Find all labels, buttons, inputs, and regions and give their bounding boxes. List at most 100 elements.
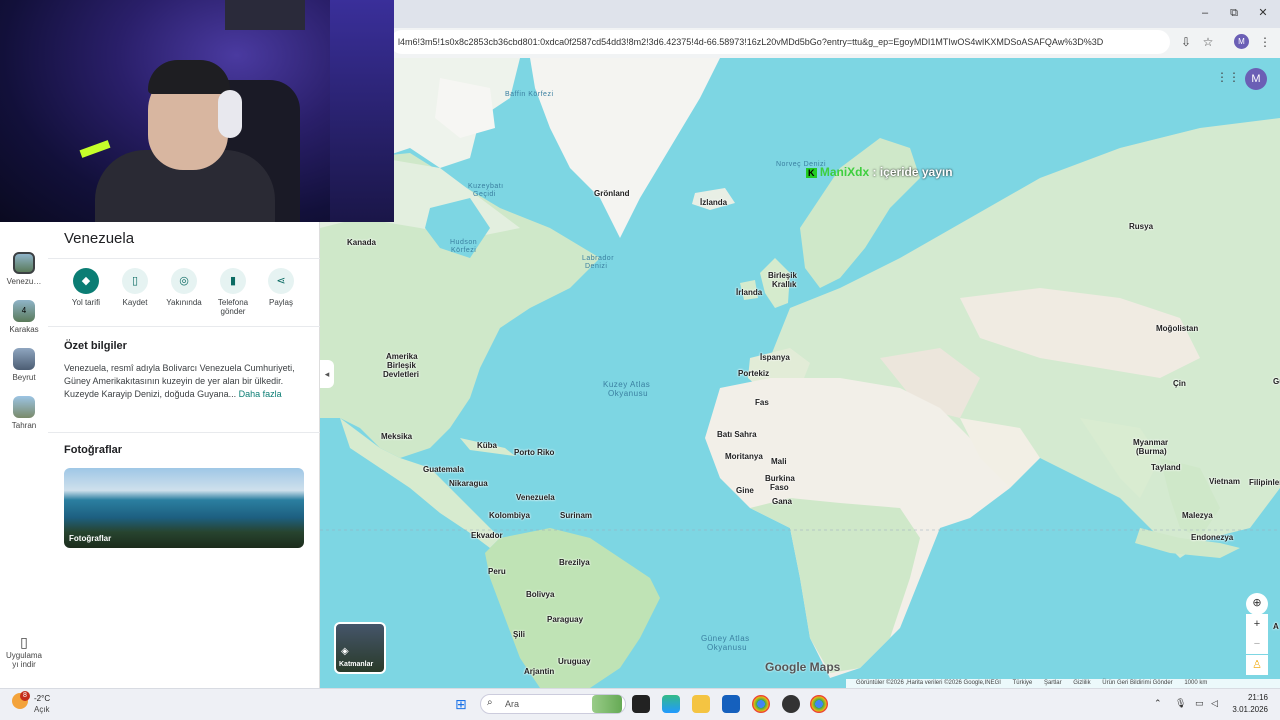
clock-time[interactable]: 21:16 <box>1236 693 1268 702</box>
rail-item-caracas[interactable]: 4 Karakas <box>0 300 48 334</box>
map-label-malaysia[interactable]: Malezya <box>1182 511 1213 520</box>
map-label-usa-1[interactable]: Amerika <box>386 352 418 361</box>
map-canvas[interactable]: Grönland İzlanda Rusya Kanada Birleşik K… <box>320 58 1280 688</box>
map-label-myanmar-2[interactable]: (Burma) <box>1136 447 1167 456</box>
map-label-spain[interactable]: İspanya <box>760 353 790 362</box>
map-label-korea-edge[interactable]: Güneyy <box>1273 377 1280 386</box>
map-label-portugal[interactable]: Portekiz <box>738 369 769 378</box>
zoom-out-button[interactable]: − <box>1246 634 1268 654</box>
close-button[interactable]: ✕ <box>1253 5 1273 21</box>
obs-icon[interactable] <box>782 695 800 713</box>
file-explorer-icon[interactable] <box>692 695 710 713</box>
address-bar[interactable]: l4m6!3m5!1s0x8c2853cb36cbd801:0xdca0f258… <box>390 30 1170 54</box>
windows-start-icon[interactable]: ⊞ <box>455 696 471 712</box>
task-view-icon[interactable] <box>632 695 650 713</box>
tray-chevron-icon[interactable]: ⌃ <box>1154 698 1162 709</box>
map-label-guatemala[interactable]: Guatemala <box>423 465 464 474</box>
chrome-profile-icon[interactable] <box>810 695 828 713</box>
photos-thumbnail[interactable]: Fotoğraflar <box>64 468 304 548</box>
map-label-greenland[interactable]: Grönland <box>594 189 630 198</box>
map-label-uk-2[interactable]: Krallık <box>772 280 796 289</box>
map-label-morocco[interactable]: Fas <box>755 398 769 407</box>
weather-temperature[interactable]: -2°C <box>34 694 50 703</box>
browser-profile-avatar[interactable]: M <box>1234 34 1249 49</box>
bookmark-star-icon[interactable]: ☆ <box>1199 33 1217 51</box>
install-app-icon[interactable]: ⇩ <box>1177 33 1195 51</box>
region-link[interactable]: Türkiye <box>1013 680 1033 686</box>
map-label-uruguay[interactable]: Uruguay <box>558 657 590 666</box>
store-icon[interactable] <box>722 695 740 713</box>
map-label-cuba[interactable]: Küba <box>477 441 497 450</box>
map-label-mongolia[interactable]: Moğolistan <box>1156 324 1198 333</box>
volume-icon[interactable]: ◁ <box>1211 698 1218 709</box>
map-label-china[interactable]: Çin <box>1173 379 1186 388</box>
account-avatar[interactable]: M <box>1245 68 1267 90</box>
map-label-puerto-rico[interactable]: Porto Riko <box>514 448 554 457</box>
map-label-suriname[interactable]: Surinam <box>560 511 592 520</box>
map-label-western-sahara[interactable]: Batı Sahra <box>717 430 757 439</box>
map-label-ghana[interactable]: Gana <box>772 497 792 506</box>
feedback-link[interactable]: Ürün Geri Bildirimi Gönder <box>1102 680 1172 686</box>
apps-grid-icon[interactable]: ⋮⋮ <box>1216 70 1240 86</box>
browser-menu-icon[interactable]: ⋮ <box>1256 33 1274 51</box>
map-label-ecuador[interactable]: Ekvador <box>471 531 503 540</box>
map-label-thailand[interactable]: Tayland <box>1151 463 1181 472</box>
place-title: Venezuela <box>64 230 135 247</box>
map-label-brazil[interactable]: Brezilya <box>559 558 590 567</box>
map-label-ireland[interactable]: İrlanda <box>736 288 762 297</box>
restore-button[interactable]: ⧉ <box>1224 5 1244 21</box>
map-label-chile[interactable]: Şili <box>513 630 525 639</box>
map-label-russia[interactable]: Rusya <box>1129 222 1153 231</box>
layers-button[interactable]: ◈ Katmanlar <box>334 622 386 674</box>
map-label-burkina-1[interactable]: Burkina <box>765 474 795 483</box>
map-label-peru[interactable]: Peru <box>488 567 506 576</box>
map-label-iceland[interactable]: İzlanda <box>700 198 727 207</box>
send-to-phone-button[interactable]: ▮ Telefona gönder <box>210 268 256 316</box>
more-link[interactable]: Daha fazla <box>239 389 282 399</box>
map-label-indonesia[interactable]: Endonezya <box>1191 533 1233 542</box>
install-label-2: yı indir <box>12 660 36 669</box>
map-label-australia-edge[interactable]: A <box>1273 622 1279 631</box>
map-label-usa-2[interactable]: Birleşik <box>387 361 416 370</box>
rail-item-venezuela[interactable]: Venezu… <box>0 252 48 286</box>
privacy-link[interactable]: Gizlilik <box>1073 680 1090 686</box>
terms-link[interactable]: Şartlar <box>1044 680 1062 686</box>
map-label-usa-3[interactable]: Devletleri <box>383 370 419 379</box>
map-label-venezuela[interactable]: Venezuela <box>516 493 555 502</box>
map-label-guinea[interactable]: Gine <box>736 486 754 495</box>
map-label-mali[interactable]: Mali <box>771 457 787 466</box>
map-label-mexico[interactable]: Meksika <box>381 432 412 441</box>
map-label-uk-1[interactable]: Birleşik <box>768 271 797 280</box>
scale-bar[interactable]: 1000 km <box>1184 680 1207 686</box>
clock-date[interactable]: 3.01.2026 <box>1228 705 1268 714</box>
street-view-pegman-icon[interactable]: ♙ <box>1246 655 1268 675</box>
network-icon[interactable]: ▭ <box>1195 698 1204 709</box>
copilot-icon[interactable] <box>662 695 680 713</box>
map-label-nicaragua[interactable]: Nikaragua <box>449 479 488 488</box>
install-app-button[interactable]: ▯ Uygulama yı indir <box>0 634 48 669</box>
collapse-panel-button[interactable]: ◂ <box>320 360 334 388</box>
my-location-button[interactable]: ⊕ <box>1246 593 1268 615</box>
map-label-colombia[interactable]: Kolombiya <box>489 511 530 520</box>
map-label-philippines[interactable]: Filipinler <box>1249 478 1280 487</box>
map-label-paraguay[interactable]: Paraguay <box>547 615 583 624</box>
map-label-argentina[interactable]: Arjantin <box>524 667 554 676</box>
nearby-button[interactable]: ◎ Yakınında <box>161 268 207 307</box>
map-label-bolivia[interactable]: Bolivya <box>526 590 554 599</box>
zoom-in-button[interactable]: + <box>1246 614 1268 634</box>
chrome-icon[interactable] <box>752 695 770 713</box>
share-button[interactable]: ⋖ Paylaş <box>258 268 304 307</box>
search-highlight-icon[interactable] <box>592 695 622 713</box>
map-label-burkina-2[interactable]: Faso <box>770 483 789 492</box>
directions-button[interactable]: ◆ Yol tarifi <box>63 268 109 307</box>
save-button[interactable]: ▯ Kaydet <box>112 268 158 307</box>
map-label-vietnam[interactable]: Vietnam <box>1209 477 1240 486</box>
rail-item-tehran[interactable]: Tahran <box>0 396 48 430</box>
minimize-button[interactable]: – <box>1195 5 1215 21</box>
map-label-mauritania[interactable]: Moritanya <box>725 452 763 461</box>
rail-item-beirut[interactable]: Beyrut <box>0 348 48 382</box>
weather-condition[interactable]: Açık <box>34 705 50 714</box>
microphone-icon[interactable]: 🎙 <box>1175 698 1186 709</box>
map-label-myanmar-1[interactable]: Myanmar <box>1133 438 1168 447</box>
map-label-canada[interactable]: Kanada <box>347 238 376 247</box>
